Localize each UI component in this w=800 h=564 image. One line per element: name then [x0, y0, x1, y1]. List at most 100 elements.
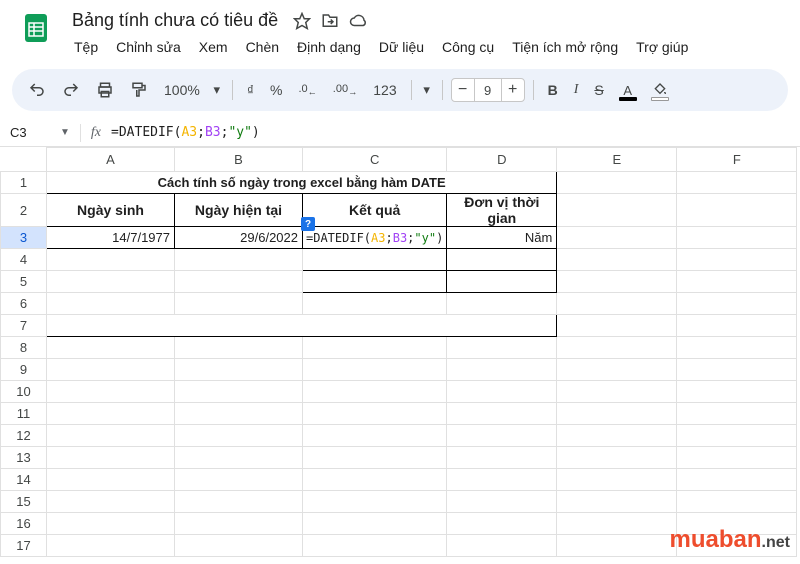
formula-input[interactable]: =DATEDIF(A3;B3;"y"): [111, 125, 800, 140]
menu-edit[interactable]: Chỉnh sửa: [108, 35, 189, 59]
cell-B3[interactable]: 29/6/2022: [175, 227, 303, 249]
zoom-level[interactable]: 100%: [158, 82, 206, 98]
cell-D4[interactable]: [447, 249, 557, 271]
menu-insert[interactable]: Chèn: [238, 35, 287, 59]
menu-file[interactable]: Tệp: [66, 35, 106, 59]
sheets-logo[interactable]: [16, 8, 56, 48]
cell-C2[interactable]: Kết quả: [303, 194, 447, 227]
spreadsheet-grid[interactable]: A B C D E F 1 Cách tính số ngày trong ex…: [0, 147, 797, 557]
cell-D5[interactable]: [447, 271, 557, 293]
cell-C5[interactable]: [303, 271, 447, 293]
cell-F5[interactable]: [677, 271, 797, 293]
row-header-4[interactable]: 4: [1, 249, 47, 271]
cell-F3[interactable]: [677, 227, 797, 249]
col-header-F[interactable]: F: [677, 148, 797, 172]
formula-help-icon[interactable]: ?: [301, 217, 315, 231]
row-header-12[interactable]: 12: [1, 425, 47, 447]
cell-E4[interactable]: [557, 249, 677, 271]
name-box[interactable]: C3: [0, 125, 60, 140]
menu-format[interactable]: Định dạng: [289, 35, 369, 59]
cell-A4[interactable]: [47, 249, 175, 271]
cell-A2[interactable]: Ngày sinh: [47, 194, 175, 227]
cell-F4[interactable]: [677, 249, 797, 271]
cell-title[interactable]: Cách tính số ngày trong excel bằng hàm D…: [47, 172, 557, 194]
increase-decimal-button[interactable]: .00→: [327, 83, 363, 97]
cell-A3[interactable]: 14/7/1977: [47, 227, 175, 249]
move-icon[interactable]: [320, 11, 340, 31]
row-header-3[interactable]: 3: [1, 227, 47, 249]
undo-icon[interactable]: [22, 75, 52, 105]
paint-format-icon[interactable]: [124, 75, 154, 105]
select-all-corner[interactable]: [1, 148, 47, 172]
col-header-D[interactable]: D: [447, 148, 557, 172]
cell-E5[interactable]: [557, 271, 677, 293]
cloud-icon[interactable]: [348, 11, 368, 31]
row-header-1[interactable]: 1: [1, 172, 47, 194]
watermark-suffix: .net: [762, 534, 790, 551]
row-header-17[interactable]: 17: [1, 535, 47, 557]
currency-button[interactable]: ₫: [241, 82, 260, 98]
row-header-8[interactable]: 8: [1, 337, 47, 359]
row-header-13[interactable]: 13: [1, 447, 47, 469]
cell-E7[interactable]: [557, 315, 677, 337]
star-icon[interactable]: [292, 11, 312, 31]
font-size-increase[interactable]: +: [502, 81, 524, 99]
cell-E3[interactable]: [557, 227, 677, 249]
menu-help[interactable]: Trợ giúp: [628, 35, 696, 59]
row-header-15[interactable]: 15: [1, 491, 47, 513]
menu-tools[interactable]: Công cụ: [434, 35, 502, 59]
cell-D3[interactable]: Năm: [447, 227, 557, 249]
menu-extensions[interactable]: Tiện ích mở rộng: [504, 35, 626, 59]
col-header-B[interactable]: B: [175, 148, 303, 172]
row-header-16[interactable]: 16: [1, 513, 47, 535]
row-header-9[interactable]: 9: [1, 359, 47, 381]
row-header-7[interactable]: 7: [1, 315, 47, 337]
menu-data[interactable]: Dữ liệu: [371, 35, 432, 59]
col-header-A[interactable]: A: [47, 148, 175, 172]
fill-color-button[interactable]: [646, 76, 674, 104]
font-size-value[interactable]: 9: [474, 79, 502, 101]
redo-icon[interactable]: [56, 75, 86, 105]
strikethrough-button[interactable]: S: [588, 82, 609, 98]
font-dropdown-icon[interactable]: ▾: [420, 75, 434, 105]
cell-C4[interactable]: [303, 249, 447, 271]
row-header-2[interactable]: 2: [1, 194, 47, 227]
cell-A7-merged[interactable]: [47, 315, 557, 337]
cell-E1[interactable]: [557, 172, 677, 194]
row-header-10[interactable]: 10: [1, 381, 47, 403]
cell-F6[interactable]: [677, 293, 797, 315]
cell-B5[interactable]: [175, 271, 303, 293]
cell-D6[interactable]: [447, 293, 557, 315]
percent-button[interactable]: %: [264, 82, 288, 98]
bold-button[interactable]: B: [542, 82, 564, 98]
text-color-button[interactable]: A: [614, 76, 642, 104]
cell-C3-active[interactable]: ? =DATEDIF(A3;B3;"y"): [303, 227, 447, 249]
col-header-E[interactable]: E: [557, 148, 677, 172]
cell-E2[interactable]: [557, 194, 677, 227]
cell-A5[interactable]: [47, 271, 175, 293]
italic-button[interactable]: I: [568, 82, 585, 98]
row-header-6[interactable]: 6: [1, 293, 47, 315]
cell-C6[interactable]: [303, 293, 447, 315]
col-header-C[interactable]: C: [303, 148, 447, 172]
cell-B6[interactable]: [175, 293, 303, 315]
cell-A6[interactable]: [47, 293, 175, 315]
cell-F1[interactable]: [677, 172, 797, 194]
menu-view[interactable]: Xem: [191, 35, 236, 59]
doc-title[interactable]: Bảng tính chưa có tiêu đề: [66, 8, 284, 33]
number-format-button[interactable]: 123: [367, 82, 402, 98]
row-header-11[interactable]: 11: [1, 403, 47, 425]
row-header-14[interactable]: 14: [1, 469, 47, 491]
cell-B4[interactable]: [175, 249, 303, 271]
cell-E6[interactable]: [557, 293, 677, 315]
decrease-decimal-button[interactable]: .0←: [292, 83, 322, 97]
name-box-dropdown-icon[interactable]: ▼: [60, 127, 80, 138]
print-icon[interactable]: [90, 75, 120, 105]
cell-F7[interactable]: [677, 315, 797, 337]
font-size-decrease[interactable]: −: [452, 81, 474, 99]
row-header-5[interactable]: 5: [1, 271, 47, 293]
cell-D2[interactable]: Đơn vị thời gian: [447, 194, 557, 227]
zoom-dropdown-icon[interactable]: ▾: [210, 75, 224, 105]
cell-B2[interactable]: Ngày hiện tại: [175, 194, 303, 227]
cell-F2[interactable]: [677, 194, 797, 227]
